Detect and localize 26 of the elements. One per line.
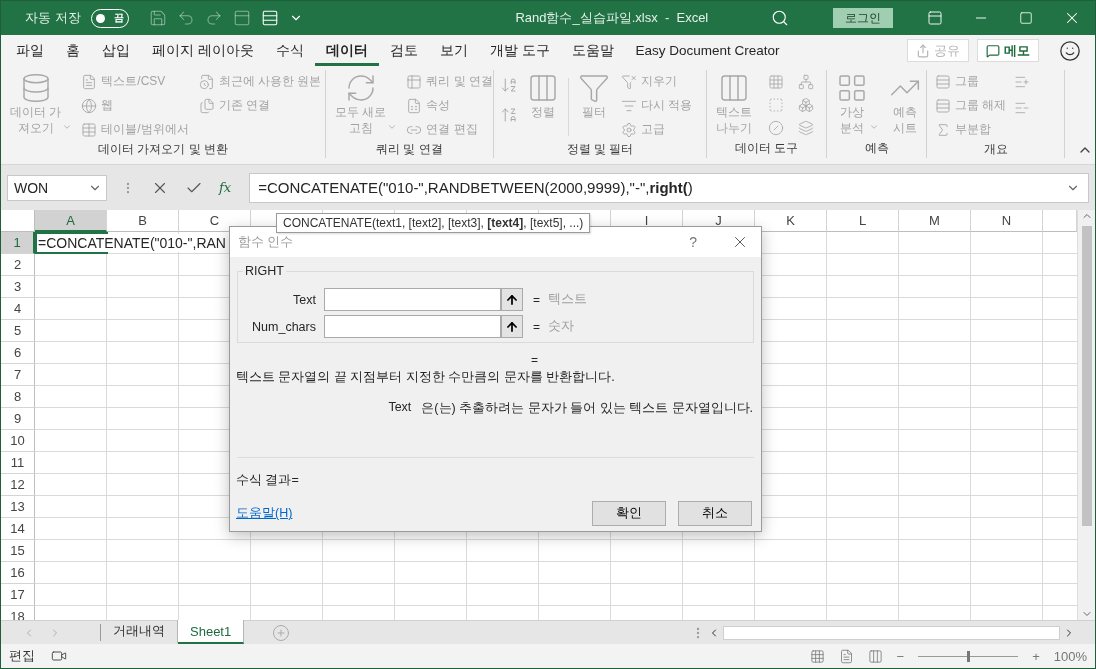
equals-sign: = — [531, 353, 539, 367]
equals-sign: = — [533, 292, 540, 307]
cell-text: =CONCATENATE("010-",RAN — [38, 234, 226, 252]
function-description: 텍스트 문자열의 끝 지점부터 지정한 수만큼의 문자를 반환합니다. — [236, 369, 616, 386]
status-mode: 편집 — [9, 647, 35, 665]
group-label: 데이터 가져오기 및 변환 — [97, 141, 229, 158]
group-label: 데이터 도구 — [733, 140, 800, 157]
group-label: 정렬 및 필터 — [565, 141, 635, 158]
argument-value: 숫자 — [548, 318, 574, 335]
group-label: 개요 — [982, 141, 1009, 158]
autosave-label: 자동 저장 — [25, 9, 81, 27]
group-label: 쿼리 및 연결 — [375, 141, 444, 158]
argument-description: 은(는) 추출하려는 문자가 들어 있는 텍스트 문자열입니다. — [421, 400, 753, 417]
formula-text: =CONCATENATE("010-",RANDBETWEEN(2000,9999),"-",right() — [258, 179, 693, 196]
formula-result: 수식 결과= — [236, 472, 300, 489]
argument-value: 텍스트 — [548, 291, 587, 308]
group-label: 예측 — [863, 140, 890, 157]
function-name: RIGHT — [243, 264, 286, 278]
argument-label: Text — [292, 292, 317, 307]
zoom-level: 100% — [1053, 648, 1087, 664]
argument-name: Text — [388, 400, 412, 416]
function-tooltip: CONCATENATE(text1, [text2], [text3], [text4], [text5], ...) — [276, 213, 591, 233]
dialog-title: 함수 인수 — [238, 233, 295, 251]
equals-sign: = — [533, 319, 540, 334]
window-title: Rand함수_실습파일.xlsx - Excel — [514, 9, 710, 27]
argument-label: Num_chars — [251, 319, 317, 334]
